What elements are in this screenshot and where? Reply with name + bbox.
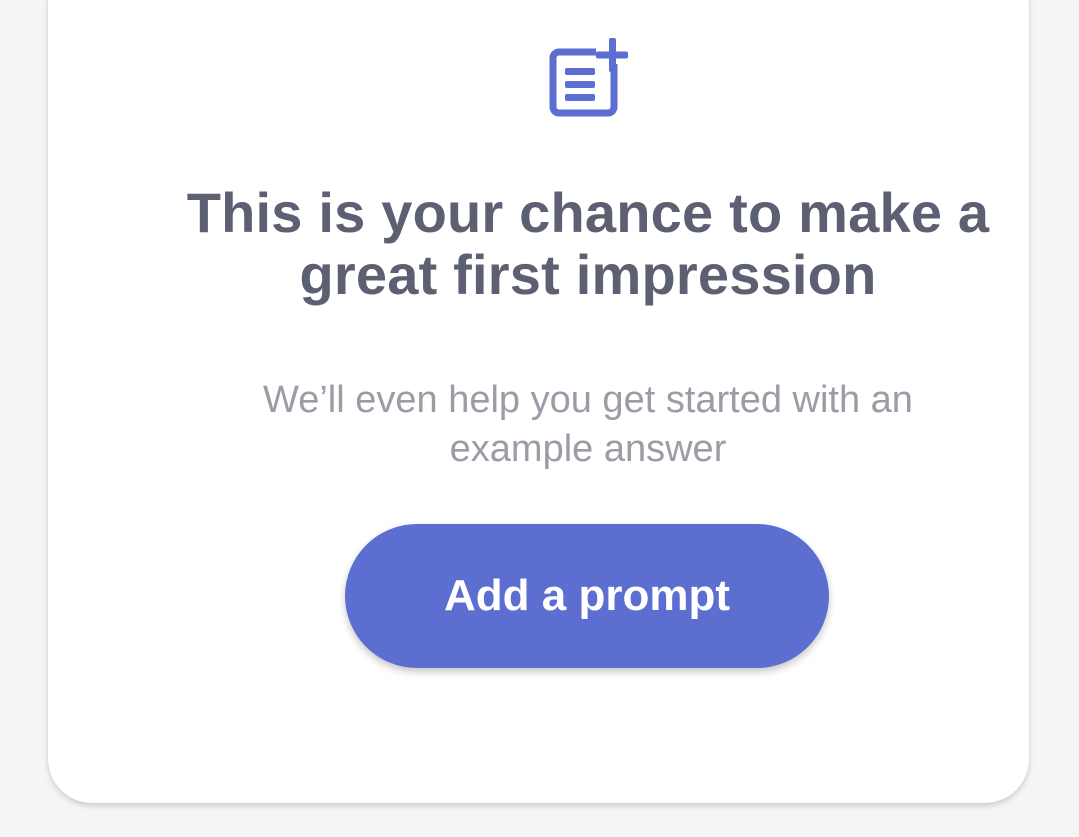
- add-prompt-button[interactable]: Add a prompt: [345, 524, 829, 668]
- empty-state-subtitle: We’ll even help you get started with an …: [263, 379, 913, 470]
- empty-state-card: This is your chance to make a great firs…: [48, 0, 1029, 803]
- note-add-icon: [548, 38, 630, 118]
- empty-state-title: This is your chance to make a great firs…: [186, 181, 990, 306]
